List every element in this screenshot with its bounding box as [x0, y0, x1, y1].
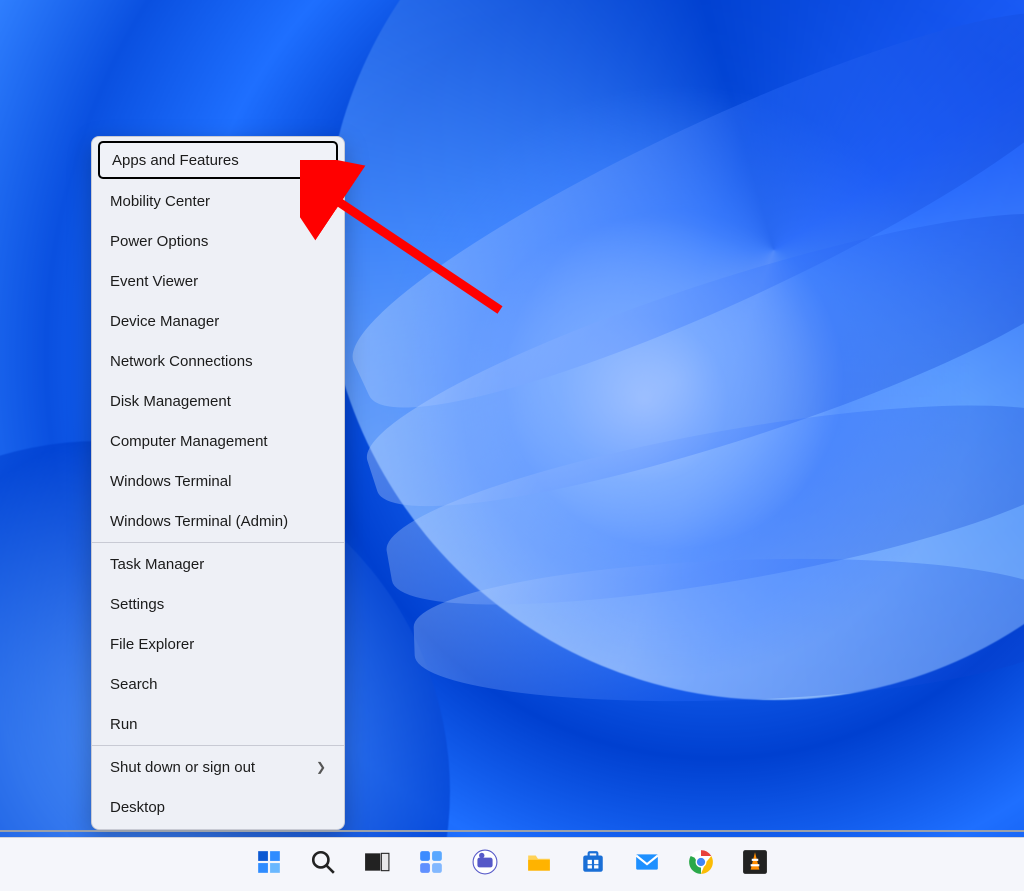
- taskbar-search-button[interactable]: [307, 849, 339, 881]
- menu-item-windows-terminal-admin[interactable]: Windows Terminal (Admin): [92, 501, 344, 541]
- menu-item-label: Mobility Center: [110, 193, 210, 210]
- menu-item-run[interactable]: Run: [92, 704, 344, 744]
- taskbar-widgets-button[interactable]: [415, 849, 447, 881]
- menu-item-device-manager[interactable]: Device Manager: [92, 301, 344, 341]
- start-icon: [256, 849, 282, 880]
- menu-item-apps-and-features[interactable]: Apps and Features: [98, 141, 338, 179]
- chrome-icon: [688, 849, 714, 880]
- menu-item-label: File Explorer: [110, 636, 194, 653]
- taskbar-border: [0, 830, 1024, 832]
- search-icon: [310, 849, 336, 880]
- taskbar-microsoft-store-button[interactable]: [577, 849, 609, 881]
- taskbar-start-button[interactable]: [253, 849, 285, 881]
- menu-item-event-viewer[interactable]: Event Viewer: [92, 261, 344, 301]
- menu-item-label: Windows Terminal: [110, 473, 231, 490]
- menu-item-computer-management[interactable]: Computer Management: [92, 421, 344, 461]
- menu-item-label: Disk Management: [110, 393, 231, 410]
- menu-item-task-manager[interactable]: Task Manager: [92, 544, 344, 584]
- menu-item-label: Search: [110, 676, 158, 693]
- menu-item-label: Computer Management: [110, 433, 268, 450]
- menu-item-label: Event Viewer: [110, 273, 198, 290]
- taskbar-file-explorer-button[interactable]: [523, 849, 555, 881]
- folder-icon: [526, 849, 552, 880]
- winx-context-menu: Apps and Features Mobility Center Power …: [91, 136, 345, 830]
- taskbar: [0, 837, 1024, 891]
- menu-item-network-connections[interactable]: Network Connections: [92, 341, 344, 381]
- menu-item-shut-down-or-sign-out[interactable]: Shut down or sign out ❯: [92, 747, 344, 787]
- menu-item-mobility-center[interactable]: Mobility Center: [92, 181, 344, 221]
- desktop-wallpaper: Apps and Features Mobility Center Power …: [0, 0, 1024, 891]
- menu-item-label: Settings: [110, 596, 164, 613]
- store-icon: [580, 849, 606, 880]
- widgets-icon: [418, 849, 444, 880]
- menu-item-desktop[interactable]: Desktop: [92, 787, 344, 827]
- menu-item-disk-management[interactable]: Disk Management: [92, 381, 344, 421]
- menu-item-windows-terminal[interactable]: Windows Terminal: [92, 461, 344, 501]
- menu-separator: [92, 542, 344, 543]
- taskbar-chrome-button[interactable]: [685, 849, 717, 881]
- menu-item-label: Run: [110, 716, 138, 733]
- chat-icon: [472, 849, 498, 880]
- taskbar-task-view-button[interactable]: [361, 849, 393, 881]
- menu-separator: [92, 745, 344, 746]
- menu-item-file-explorer[interactable]: File Explorer: [92, 624, 344, 664]
- menu-item-settings[interactable]: Settings: [92, 584, 344, 624]
- vlc-icon: [742, 849, 768, 880]
- taskview-icon: [364, 849, 390, 880]
- menu-item-label: Network Connections: [110, 353, 253, 370]
- menu-item-power-options[interactable]: Power Options: [92, 221, 344, 261]
- menu-item-label: Task Manager: [110, 556, 204, 573]
- menu-item-label: Shut down or sign out: [110, 759, 255, 776]
- mail-icon: [634, 849, 660, 880]
- taskbar-mail-button[interactable]: [631, 849, 663, 881]
- taskbar-chat-button[interactable]: [469, 849, 501, 881]
- menu-item-label: Windows Terminal (Admin): [110, 513, 288, 530]
- menu-item-label: Apps and Features: [112, 152, 239, 169]
- menu-item-label: Desktop: [110, 799, 165, 816]
- chevron-right-icon: ❯: [316, 760, 326, 774]
- menu-item-label: Device Manager: [110, 313, 219, 330]
- menu-item-label: Power Options: [110, 233, 208, 250]
- taskbar-vlc-button[interactable]: [739, 849, 771, 881]
- menu-item-search[interactable]: Search: [92, 664, 344, 704]
